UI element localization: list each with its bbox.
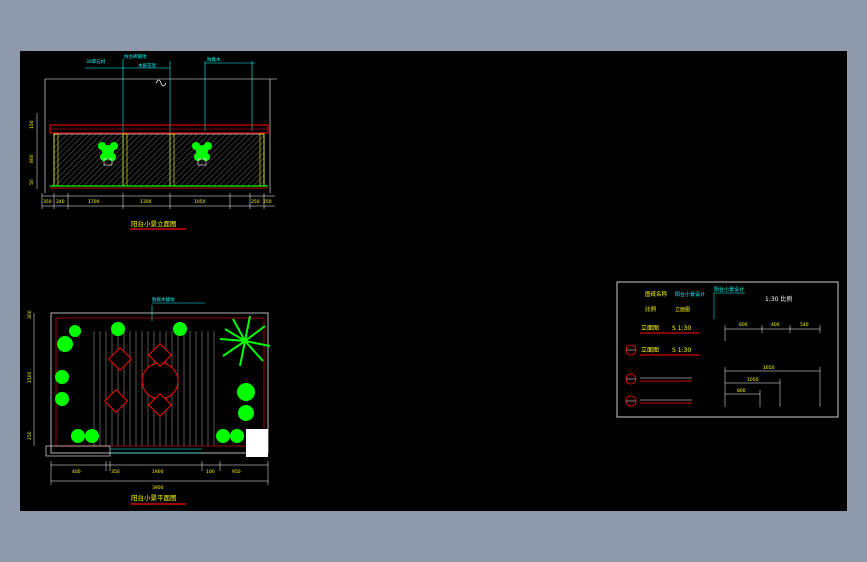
legend-row2-label: 比例	[645, 305, 657, 313]
elev-dim-bottom-6: 250	[251, 199, 260, 205]
plan-dim-bottom-1: 400	[72, 469, 81, 475]
legend-dim-mid: 1650	[763, 365, 775, 371]
elev-dim-bottom-5: 1050	[194, 199, 206, 205]
plan-callout: 防腐木铺地	[152, 296, 175, 303]
legend-dim-top-1: 600	[739, 322, 748, 328]
legend-scale-title: 1:30 比例	[765, 295, 792, 303]
legend-sym-scale: S 1:30	[672, 347, 691, 354]
plan-dim-bottom-5: 950	[232, 469, 241, 475]
legend-row1-value: 阳台小景设计	[675, 291, 705, 298]
plan-dim-bottom-3: 1900	[152, 469, 164, 475]
elevation-drawing: 30厚石材 仿古砖铺地 木质花架 防腐木 150 800 50 350 240 …	[29, 53, 277, 230]
plan-dim-left-1: 300	[27, 310, 33, 319]
plan-title: 阳台小景平面图	[131, 493, 177, 502]
legend-dim-low: 1050	[747, 377, 759, 383]
legend-elev-label: 立面图	[641, 324, 659, 332]
legend-dim-bot: 800	[737, 388, 746, 394]
plan-dim-bottom-4: 100	[206, 469, 215, 475]
plan-drawing: 防腐木铺地 300 1500 250 400 350 1900 100 950 …	[27, 296, 271, 505]
legend-dim-top-2: 400	[771, 322, 780, 328]
legend-sym-label: 立面图	[641, 346, 659, 354]
plan-dim-bottom-2: 350	[111, 469, 120, 475]
elevation-title: 阳台小景立面图	[131, 219, 177, 228]
elev-callout-3: 木质花架	[138, 62, 156, 69]
legend-row1-label: 图纸名称	[645, 290, 668, 298]
elev-dim-bottom-2: 240	[56, 199, 65, 205]
elev-callout-1: 30厚石材	[86, 58, 106, 65]
elev-dim-left-3: 50	[29, 179, 35, 185]
elev-dim-left-2: 800	[29, 154, 35, 163]
plan-dim-left-3: 250	[27, 431, 33, 440]
plan-dim-total: 3900	[152, 485, 164, 491]
cad-drawing: 30厚石材 仿古砖铺地 木质花架 防腐木 150 800 50 350 240 …	[27, 53, 839, 505]
elev-dim-bottom-4: 1300	[140, 199, 152, 205]
legend-row2-value: 立面图	[675, 306, 690, 313]
elev-callout-4: 防腐木	[207, 56, 221, 63]
legend-row1-right: 阳台小景设计	[714, 286, 744, 293]
elev-dim-bottom-1: 350	[43, 199, 52, 205]
legend-dim-top-3: 540	[800, 322, 809, 328]
elev-dim-bottom-3: 1700	[88, 199, 100, 205]
cad-drawing-canvas: 30厚石材 仿古砖铺地 木质花架 防腐木 150 800 50 350 240 …	[20, 51, 847, 511]
elev-dim-left-1: 150	[29, 120, 35, 129]
elev-callout-2: 仿古砖铺地	[124, 53, 147, 60]
plan-dim-left-2: 1500	[27, 371, 33, 383]
elev-dim-bottom-7: 250	[263, 199, 272, 205]
legend-box: 图纸名称 阳台小景设计 阳台小景设计 1:30 比例 比例 立面图 立面图 S …	[616, 281, 839, 418]
legend-elev-scale: S 1:30	[672, 325, 691, 332]
